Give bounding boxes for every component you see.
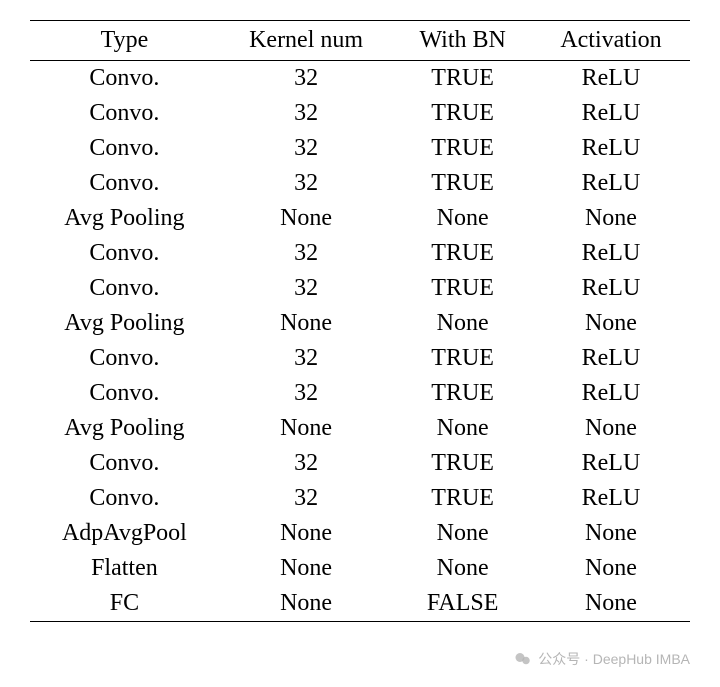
table-cell: TRUE — [393, 166, 532, 201]
table-cell: Convo. — [30, 131, 219, 166]
table-cell: ReLU — [532, 131, 690, 166]
table-cell: TRUE — [393, 376, 532, 411]
table-cell: None — [219, 516, 394, 551]
table-cell: None — [393, 201, 532, 236]
table-cell: TRUE — [393, 61, 532, 97]
table-cell: 32 — [219, 166, 394, 201]
table-row: Convo.32TRUEReLU — [30, 96, 690, 131]
table-cell: TRUE — [393, 236, 532, 271]
table-row: Convo.32TRUEReLU — [30, 271, 690, 306]
table-cell: 32 — [219, 446, 394, 481]
table-cell: None — [532, 516, 690, 551]
table-cell: Convo. — [30, 481, 219, 516]
table-cell: Convo. — [30, 376, 219, 411]
table-cell: TRUE — [393, 271, 532, 306]
table-cell: Avg Pooling — [30, 306, 219, 341]
table-row: Convo.32TRUEReLU — [30, 341, 690, 376]
table-cell: ReLU — [532, 96, 690, 131]
table-cell: ReLU — [532, 446, 690, 481]
col-with-bn: With BN — [393, 21, 532, 61]
table-cell: 32 — [219, 236, 394, 271]
table-cell: ReLU — [532, 376, 690, 411]
table-cell: FALSE — [393, 586, 532, 622]
table-cell: TRUE — [393, 96, 532, 131]
table-cell: None — [393, 551, 532, 586]
table-cell: Avg Pooling — [30, 411, 219, 446]
table-cell: ReLU — [532, 61, 690, 97]
table-cell: None — [393, 306, 532, 341]
architecture-table: Type Kernel num With BN Activation Convo… — [30, 20, 690, 622]
table-cell: None — [532, 411, 690, 446]
table-row: Avg PoolingNoneNoneNone — [30, 201, 690, 236]
table-row: Avg PoolingNoneNoneNone — [30, 306, 690, 341]
table-cell: Convo. — [30, 166, 219, 201]
table-cell: 32 — [219, 341, 394, 376]
table-cell: ReLU — [532, 166, 690, 201]
wechat-icon — [514, 650, 532, 668]
table-body: Convo.32TRUEReLUConvo.32TRUEReLUConvo.32… — [30, 61, 690, 622]
watermark: 公众号 · DeepHub IMBA — [514, 649, 690, 669]
table-cell: FC — [30, 586, 219, 622]
table-cell: Convo. — [30, 61, 219, 97]
table-row: Convo.32TRUEReLU — [30, 376, 690, 411]
table-cell: TRUE — [393, 481, 532, 516]
table-cell: None — [219, 411, 394, 446]
table-cell: Convo. — [30, 341, 219, 376]
table-cell: None — [219, 201, 394, 236]
table-cell: 32 — [219, 61, 394, 97]
table-row: FCNoneFALSENone — [30, 586, 690, 622]
table-cell: None — [532, 306, 690, 341]
table-cell: Avg Pooling — [30, 201, 219, 236]
table-cell: Convo. — [30, 446, 219, 481]
col-kernel-num: Kernel num — [219, 21, 394, 61]
table-cell: TRUE — [393, 341, 532, 376]
table-row: Convo.32TRUEReLU — [30, 236, 690, 271]
table-cell: Flatten — [30, 551, 219, 586]
watermark-text: 公众号 · DeepHub IMBA — [538, 649, 690, 669]
table-cell: TRUE — [393, 131, 532, 166]
col-activation: Activation — [532, 21, 690, 61]
table-cell: None — [219, 551, 394, 586]
table-cell: None — [393, 516, 532, 551]
table-cell: None — [393, 411, 532, 446]
table-cell: Convo. — [30, 96, 219, 131]
table-cell: None — [532, 551, 690, 586]
table-cell: TRUE — [393, 446, 532, 481]
table-cell: None — [219, 586, 394, 622]
table-row: Convo.32TRUEReLU — [30, 166, 690, 201]
table-cell: None — [532, 586, 690, 622]
table-cell: Convo. — [30, 236, 219, 271]
table-cell: ReLU — [532, 236, 690, 271]
table-cell: Convo. — [30, 271, 219, 306]
table-cell: 32 — [219, 481, 394, 516]
table-cell: ReLU — [532, 341, 690, 376]
table-cell: None — [532, 201, 690, 236]
table-cell: 32 — [219, 271, 394, 306]
table-row: Convo.32TRUEReLU — [30, 446, 690, 481]
col-type: Type — [30, 21, 219, 61]
table-cell: None — [219, 306, 394, 341]
table-row: FlattenNoneNoneNone — [30, 551, 690, 586]
table-row: Convo.32TRUEReLU — [30, 131, 690, 166]
table-cell: 32 — [219, 131, 394, 166]
table-header-row: Type Kernel num With BN Activation — [30, 21, 690, 61]
table-row: Avg PoolingNoneNoneNone — [30, 411, 690, 446]
table-cell: AdpAvgPool — [30, 516, 219, 551]
table-cell: 32 — [219, 96, 394, 131]
table-cell: ReLU — [532, 481, 690, 516]
table-row: Convo.32TRUEReLU — [30, 61, 690, 97]
table-row: Convo.32TRUEReLU — [30, 481, 690, 516]
table-cell: ReLU — [532, 271, 690, 306]
table-cell: 32 — [219, 376, 394, 411]
table-row: AdpAvgPoolNoneNoneNone — [30, 516, 690, 551]
